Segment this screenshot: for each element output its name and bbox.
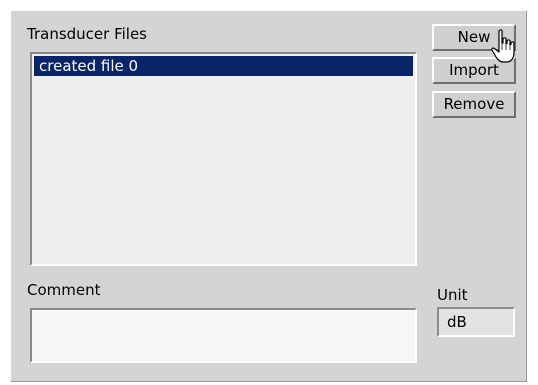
transducer-files-list[interactable]: created file 0	[30, 52, 417, 266]
hand-pointer-icon	[491, 29, 515, 63]
comment-field[interactable]	[30, 308, 417, 363]
list-item[interactable]: created file 0	[34, 56, 413, 76]
comment-label: Comment	[27, 281, 101, 299]
transducer-files-label: Transducer Files	[27, 25, 147, 43]
remove-button[interactable]: Remove	[432, 91, 516, 118]
unit-field: dB	[437, 307, 515, 337]
unit-label: Unit	[437, 286, 468, 304]
